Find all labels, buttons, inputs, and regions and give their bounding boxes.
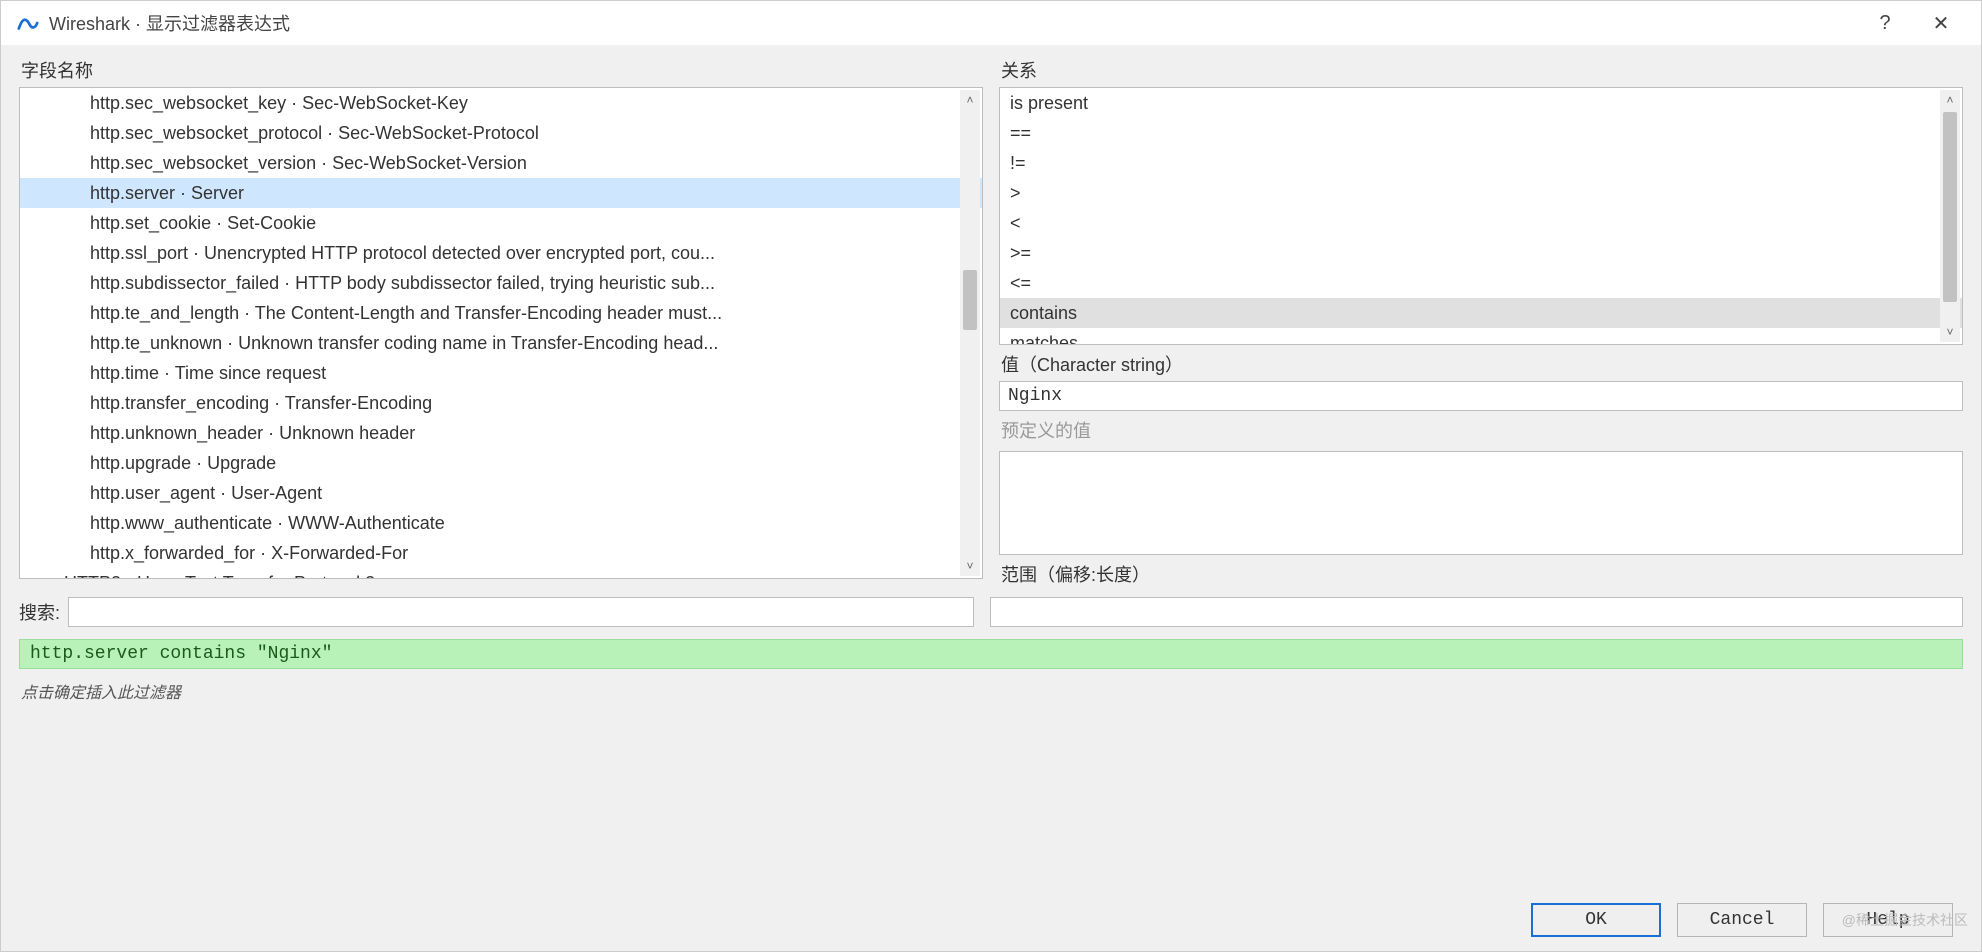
field-list-item[interactable]: http.sec_websocket_version · Sec-WebSock… xyxy=(20,148,982,178)
relation-list-item[interactable]: contains xyxy=(1000,298,1962,328)
range-input[interactable] xyxy=(990,597,1963,627)
field-list-item[interactable]: http.server · Server xyxy=(20,178,982,208)
hint-text: 点击确定插入此过滤器 xyxy=(21,679,1961,703)
field-name-list[interactable]: http.sec_websocket_key · Sec-WebSocket-K… xyxy=(19,87,983,579)
field-list-item[interactable]: http.sec_websocket_protocol · Sec-WebSoc… xyxy=(20,118,982,148)
filter-expression-preview: http.server contains "Nginx" xyxy=(19,639,1963,669)
field-list-item[interactable]: http.sec_websocket_key · Sec-WebSocket-K… xyxy=(20,88,982,118)
relation-list-item[interactable]: <= xyxy=(1000,268,1962,298)
field-list-item[interactable]: http.set_cookie · Set-Cookie xyxy=(20,208,982,238)
value-input[interactable] xyxy=(999,381,1963,411)
cancel-button[interactable]: Cancel xyxy=(1677,903,1807,937)
relation-list-scrollbar[interactable]: ˄ ˅ xyxy=(1940,90,1960,342)
scroll-up-icon[interactable]: ˄ xyxy=(960,90,980,110)
close-button[interactable]: ✕ xyxy=(1913,11,1969,36)
value-label: 值（Character string） xyxy=(1001,351,1963,377)
relation-list-item[interactable]: != xyxy=(1000,148,1962,178)
predefined-values-label: 预定义的值 xyxy=(1001,417,1963,443)
relation-list-item[interactable]: > xyxy=(1000,178,1962,208)
field-list-item[interactable]: http.time · Time since request xyxy=(20,358,982,388)
relation-list-item[interactable]: >= xyxy=(1000,238,1962,268)
window-title: Wireshark · 显示过滤器表达式 xyxy=(49,10,1857,36)
search-input[interactable] xyxy=(68,597,974,627)
titlebar: Wireshark · 显示过滤器表达式 ? ✕ xyxy=(1,1,1981,45)
field-list-item[interactable]: http.te_and_length · The Content-Length … xyxy=(20,298,982,328)
field-list-item[interactable]: http.x_forwarded_for · X-Forwarded-For xyxy=(20,538,982,568)
field-list-item[interactable]: http.user_agent · User-Agent xyxy=(20,478,982,508)
relation-list-item[interactable]: is present xyxy=(1000,88,1962,118)
field-list-item[interactable]: http.ssl_port · Unencrypted HTTP protoco… xyxy=(20,238,982,268)
field-list-scrollbar[interactable]: ˄ ˅ xyxy=(960,90,980,576)
relation-list-item[interactable]: == xyxy=(1000,118,1962,148)
scroll-thumb[interactable] xyxy=(963,270,977,330)
watermark-text: @稀土掘金技术社区 xyxy=(1842,910,1968,930)
field-list-item[interactable]: http.subdissector_failed · HTTP body sub… xyxy=(20,268,982,298)
scroll-down-icon[interactable]: ˅ xyxy=(1940,322,1960,342)
ok-button[interactable]: OK xyxy=(1531,903,1661,937)
range-label: 范围（偏移:长度） xyxy=(1001,561,1963,587)
relation-list-item[interactable]: matches xyxy=(1000,328,1962,345)
field-list-item[interactable]: http.upgrade · Upgrade xyxy=(20,448,982,478)
relation-label: 关系 xyxy=(1001,57,1963,83)
search-label: 搜索: xyxy=(19,599,60,625)
scroll-down-icon[interactable]: ˅ xyxy=(960,556,980,576)
relation-list[interactable]: is present==!=><>=<=containsmatchesin ˄ … xyxy=(999,87,1963,345)
wireshark-icon xyxy=(17,12,39,34)
field-list-item[interactable]: http.unknown_header · Unknown header xyxy=(20,418,982,448)
field-name-label: 字段名称 xyxy=(21,57,983,83)
field-list-item[interactable]: http.transfer_encoding · Transfer-Encodi… xyxy=(20,388,982,418)
field-list-item[interactable]: HTTP2 · HyperText Transfer Protocol 2 xyxy=(20,568,982,579)
relation-list-item[interactable]: < xyxy=(1000,208,1962,238)
field-list-item[interactable]: http.te_unknown · Unknown transfer codin… xyxy=(20,328,982,358)
predefined-values-list xyxy=(999,451,1963,555)
help-button[interactable]: ? xyxy=(1857,12,1913,35)
scroll-up-icon[interactable]: ˄ xyxy=(1940,90,1960,110)
scroll-thumb[interactable] xyxy=(1943,112,1957,302)
field-list-item[interactable]: http.www_authenticate · WWW-Authenticate xyxy=(20,508,982,538)
